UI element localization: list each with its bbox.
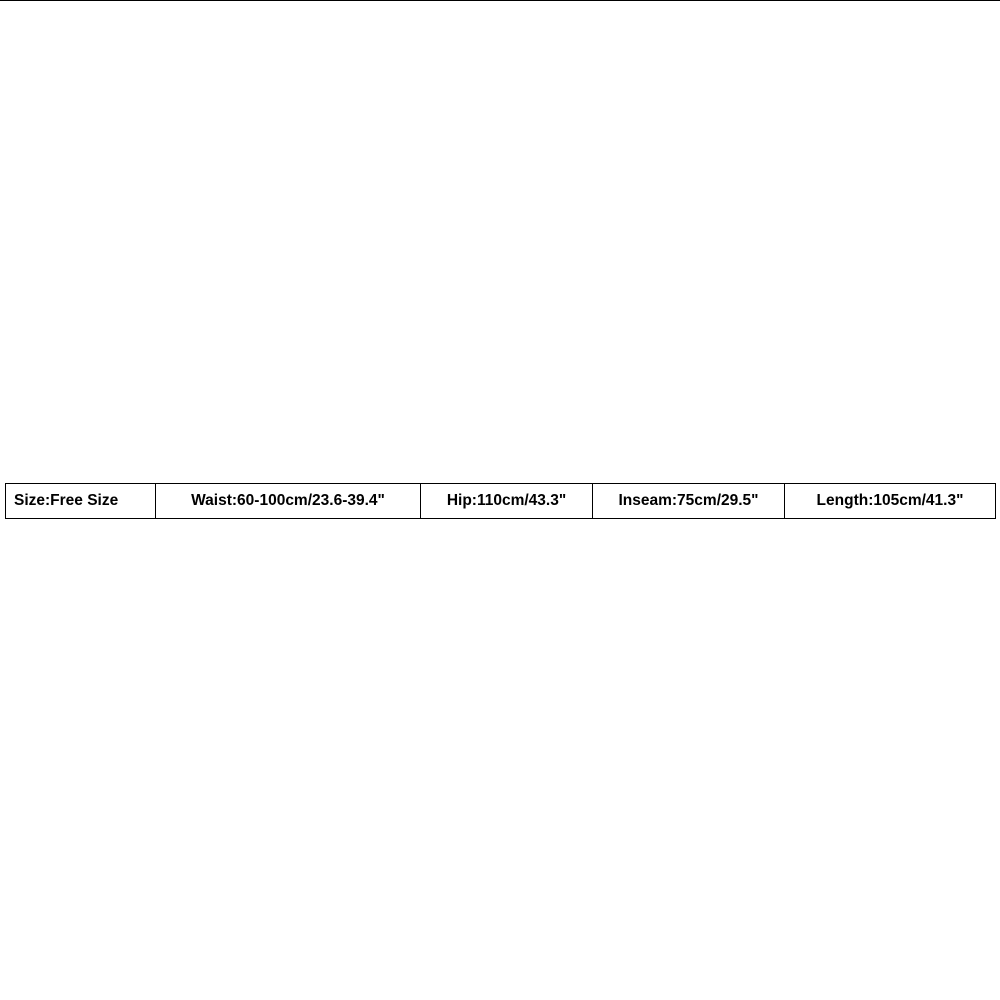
cell-size: Size:Free Size xyxy=(6,484,156,519)
cell-inseam: Inseam:75cm/29.5" xyxy=(593,484,785,519)
cell-hip: Hip:110cm/43.3" xyxy=(421,484,593,519)
cell-waist: Waist:60-100cm/23.6-39.4" xyxy=(156,484,421,519)
top-rule-line xyxy=(0,0,1000,1)
cell-length: Length:105cm/41.3" xyxy=(785,484,996,519)
sizing-table: Size:Free Size Waist:60-100cm/23.6-39.4"… xyxy=(5,483,996,519)
table-row: Size:Free Size Waist:60-100cm/23.6-39.4"… xyxy=(6,484,996,519)
